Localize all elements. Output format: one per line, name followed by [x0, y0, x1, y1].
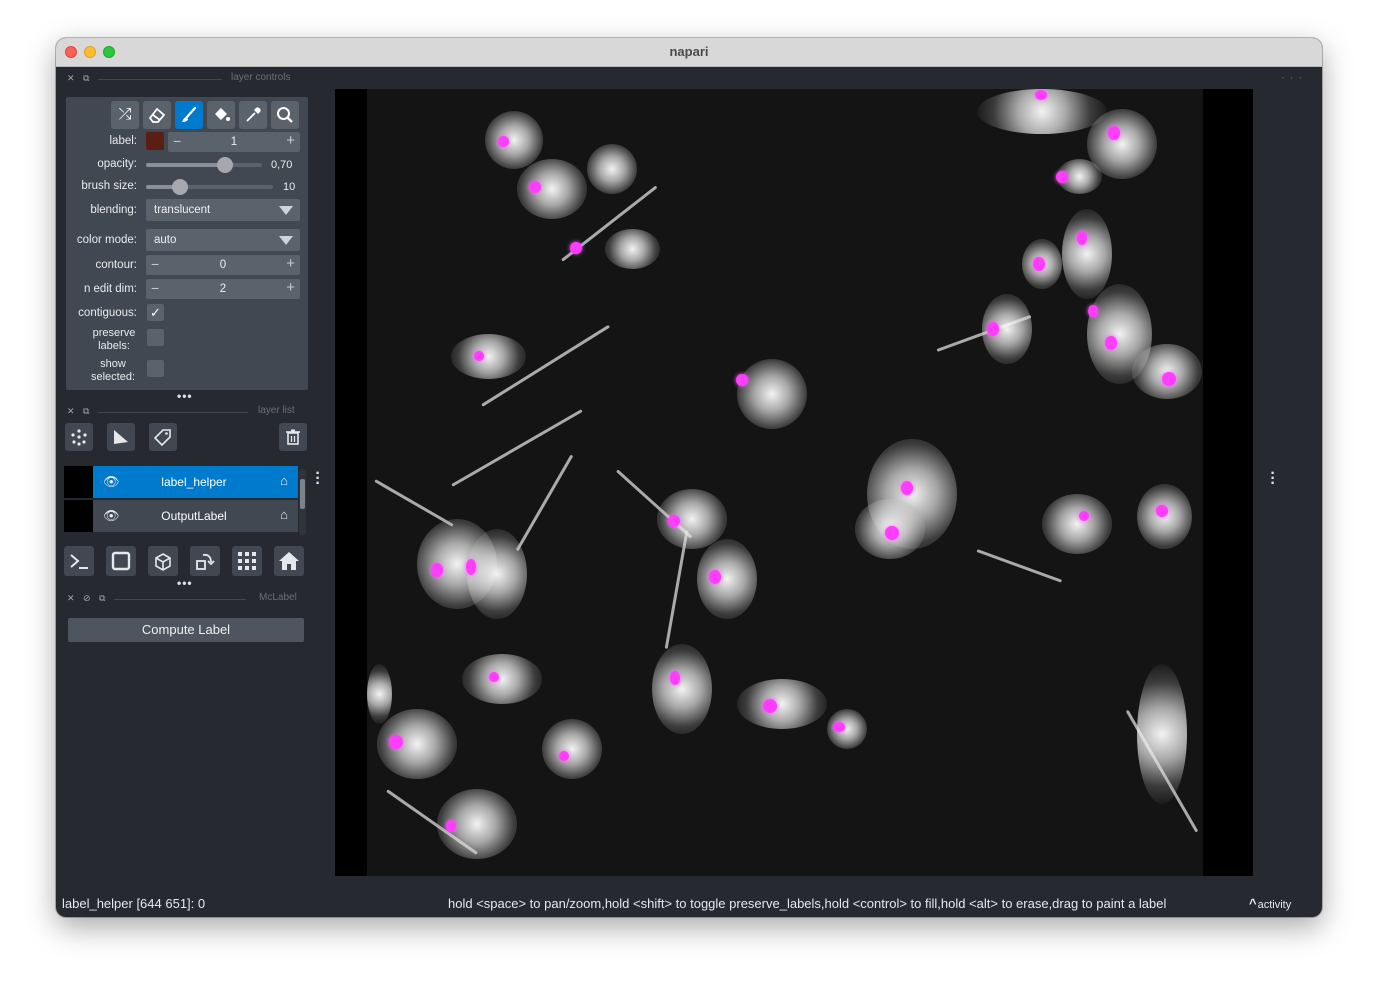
rotate-icon — [196, 553, 215, 570]
layer-list-header: ✕ ⧉ layer list — [66, 405, 306, 419]
contour-spinbox[interactable]: −0 + — [146, 255, 300, 275]
brush-size-value: 10 — [283, 181, 296, 193]
chevron-down-icon — [279, 206, 293, 215]
new-points-layer-button[interactable] — [65, 423, 93, 451]
opacity-label: opacity: — [97, 158, 137, 170]
layer-list: 👁︎ label_helper ⌂ 👁︎ OutputLabel ⌂ — [64, 464, 308, 536]
n-edit-dim-spinbox[interactable]: −2 + — [146, 279, 300, 299]
home-icon — [279, 552, 299, 570]
reset-view-button[interactable] — [274, 546, 304, 576]
contiguous-checkbox[interactable]: ✓ — [147, 304, 164, 321]
eye-icon[interactable]: 👁︎ — [103, 508, 120, 524]
eye-icon[interactable]: 👁︎ — [103, 474, 120, 490]
eraser-icon[interactable] — [143, 101, 171, 129]
transpose-dims-button[interactable] — [190, 546, 220, 576]
layer-row-label-helper[interactable]: 👁︎ label_helper ⌂ — [64, 466, 298, 498]
dock-resize-handle[interactable]: ••• — [177, 576, 193, 590]
cube-icon — [155, 553, 171, 571]
label-label: label: — [109, 135, 138, 147]
layer-list-options-icon[interactable]: · · · — [313, 466, 323, 492]
dock-close-icon[interactable]: ✕ — [67, 406, 75, 417]
layer-controls-title: layer controls — [231, 72, 291, 83]
contiguous-label: contiguous: — [78, 307, 137, 319]
square-icon — [111, 551, 131, 571]
compute-label-button[interactable]: Compute Label — [68, 618, 304, 642]
layer-controls-panel: ⤮ label: −1+ opacity: 0,70 brush size: — [66, 97, 308, 390]
chevron-down-icon — [279, 236, 293, 245]
layer-controls-header: ✕ ⧉ layer controls — [66, 72, 306, 86]
tag-icon: ⌂ — [280, 507, 288, 522]
opacity-value: 0,70 — [271, 159, 293, 171]
grid-icon — [238, 552, 256, 570]
title-bar: napari — [56, 38, 1322, 67]
shuffle-icon[interactable]: ⤮ — [111, 101, 139, 129]
color-mode-dropdown[interactable]: auto — [146, 229, 300, 251]
toggle-ndisplay-button[interactable] — [106, 546, 136, 576]
grid-view-button[interactable] — [232, 546, 262, 576]
mclabel-header: ✕ ⊘ ⧉ McLabel — [66, 592, 306, 606]
console-button[interactable] — [64, 546, 94, 576]
layer-list-scrollbar[interactable] — [299, 469, 306, 535]
status-coordinates: label_helper [644 651]: 0 — [62, 896, 206, 911]
points-icon — [71, 429, 87, 446]
dock-hide-icon[interactable]: ⊘ — [83, 593, 91, 604]
dock-resize-handle[interactable]: ••• — [177, 389, 193, 403]
shapes-icon — [114, 430, 128, 444]
mclabel-title: McLabel — [259, 592, 297, 603]
layer-name: OutputLabel — [161, 509, 227, 523]
layer-thumbnail — [64, 500, 93, 532]
n-edit-dim-label: n edit dim: — [83, 283, 137, 295]
paintbrush-icon[interactable] — [175, 101, 203, 129]
layer-name: label_helper — [161, 475, 227, 489]
label-spinbox[interactable]: −1 + — [168, 132, 300, 152]
label-color-swatch[interactable] — [146, 132, 164, 150]
dock-float-icon[interactable]: ⧉ — [99, 593, 105, 604]
contour-label: contour: — [95, 259, 137, 271]
opacity-slider-handle[interactable] — [217, 157, 233, 173]
window-title: napari — [669, 44, 709, 59]
preserve-labels-checkbox[interactable] — [147, 329, 164, 346]
dock-float-icon[interactable]: ⧉ — [83, 406, 89, 417]
color-mode-label: color mode: — [76, 234, 137, 246]
dock-close-icon[interactable]: ✕ — [67, 73, 75, 84]
brush-size-label: brush size: — [81, 180, 137, 192]
canvas-options-kebab-icon[interactable]: · · · — [1268, 466, 1278, 492]
show-selected-checkbox[interactable] — [147, 360, 164, 377]
blending-label: blending: — [90, 204, 137, 216]
color-picker-icon[interactable] — [239, 101, 267, 129]
opacity-slider[interactable] — [146, 157, 262, 173]
image-canvas[interactable] — [335, 89, 1253, 876]
new-shapes-layer-button[interactable] — [107, 423, 135, 451]
napari-window: napari ✕ ⧉ layer controls · · · ⤮ label:… — [56, 38, 1322, 917]
blending-dropdown[interactable]: translucent — [146, 199, 300, 221]
activity-label: activity — [1257, 899, 1292, 911]
tag-icon: ⌂ — [280, 473, 288, 488]
chevron-up-icon: ^ — [1249, 896, 1257, 911]
dock-close-icon[interactable]: ✕ — [67, 593, 75, 604]
status-hint: hold <space> to pan/zoom,hold <shift> to… — [448, 896, 1167, 911]
trash-icon — [286, 429, 300, 445]
layer-row-outputlabel[interactable]: 👁︎ OutputLabel ⌂ — [64, 500, 298, 532]
activity-button[interactable]: ^activity — [1249, 896, 1291, 911]
layer-list-title: layer list — [258, 405, 295, 416]
layer-thumbnail — [64, 466, 93, 498]
console-icon — [70, 554, 88, 569]
labels-icon — [153, 429, 171, 447]
microscopy-image — [367, 89, 1203, 876]
show-selected-label: show selected: — [90, 358, 136, 383]
delete-layer-button[interactable] — [279, 423, 307, 451]
brush-size-slider[interactable] — [146, 179, 273, 195]
canvas-options-icon[interactable]: · · · — [1281, 72, 1303, 84]
roll-dims-button[interactable] — [148, 546, 178, 576]
new-labels-layer-button[interactable] — [149, 423, 177, 451]
dock-float-icon[interactable]: ⧉ — [83, 73, 89, 84]
zoom-icon[interactable] — [271, 101, 299, 129]
fill-bucket-icon[interactable] — [207, 101, 235, 129]
brush-size-slider-handle[interactable] — [172, 179, 188, 195]
preserve-labels-label: preserve labels: — [92, 327, 136, 352]
